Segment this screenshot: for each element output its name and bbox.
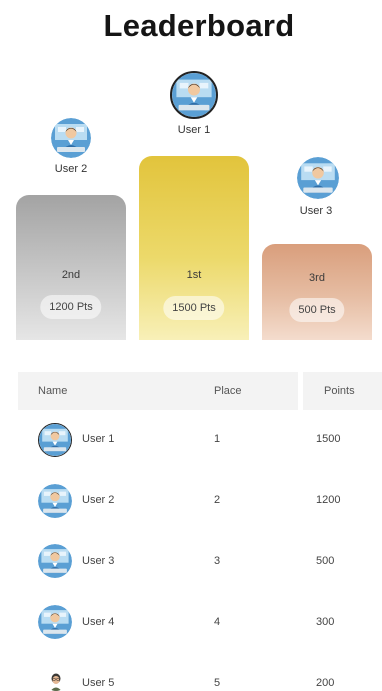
podium-user-2nd: User 2: [54, 163, 88, 175]
podium-points-badge: 1200 Pts: [40, 295, 102, 319]
row-points: 200: [316, 677, 335, 689]
row-avatar: [38, 605, 72, 639]
row-points: 300: [316, 616, 335, 628]
podium-user-1st: User 1: [177, 124, 211, 136]
row-points: 1500: [316, 433, 341, 445]
row-name: User 2: [82, 494, 115, 506]
podium-avatar-1st[interactable]: [170, 71, 218, 119]
page-title: Leaderboard: [103, 8, 295, 43]
row-place: 3: [214, 555, 221, 567]
row-points: 500: [316, 555, 335, 567]
row-avatar: [38, 484, 72, 518]
row-avatar: [38, 544, 72, 578]
podium-points-badge: 1500 Pts: [163, 296, 225, 320]
row-place: 1: [214, 433, 221, 445]
column-header-place: Place: [214, 385, 242, 397]
row-avatar: [46, 671, 66, 691]
row-name: User 5: [82, 677, 115, 689]
row-avatar: [38, 423, 72, 457]
podium-place: 2nd: [61, 269, 81, 281]
podium-avatar-3rd[interactable]: [297, 157, 339, 199]
row-place: 4: [214, 616, 221, 628]
podium-avatar-2nd[interactable]: [51, 118, 91, 158]
column-header-points: Points: [303, 372, 382, 410]
row-name: User 3: [82, 555, 115, 567]
podium-place: 3rd: [309, 272, 325, 284]
developer-avatar-icon: [172, 73, 216, 117]
developer-avatar-icon: [51, 118, 91, 158]
person-avatar-icon: [46, 671, 66, 691]
developer-avatar-icon: [38, 605, 72, 639]
podium-2nd: 2nd 1200 Pts: [16, 195, 126, 340]
podium-1st: 1st 1500 Pts: [139, 156, 249, 340]
row-name: User 4: [82, 616, 115, 628]
podium-user-3rd: User 3: [299, 205, 333, 217]
developer-avatar-icon: [38, 544, 72, 578]
developer-avatar-icon: [297, 157, 339, 199]
podium-3rd: 3rd 500 Pts: [262, 244, 372, 340]
podium-place: 1st: [186, 269, 202, 281]
developer-avatar-icon: [38, 484, 72, 518]
row-place: 5: [214, 677, 221, 689]
row-points: 1200: [316, 494, 341, 506]
row-name: User 1: [82, 433, 115, 445]
podium-points-badge: 500 Pts: [289, 298, 345, 322]
row-place: 2: [214, 494, 221, 506]
developer-avatar-icon: [39, 424, 71, 456]
